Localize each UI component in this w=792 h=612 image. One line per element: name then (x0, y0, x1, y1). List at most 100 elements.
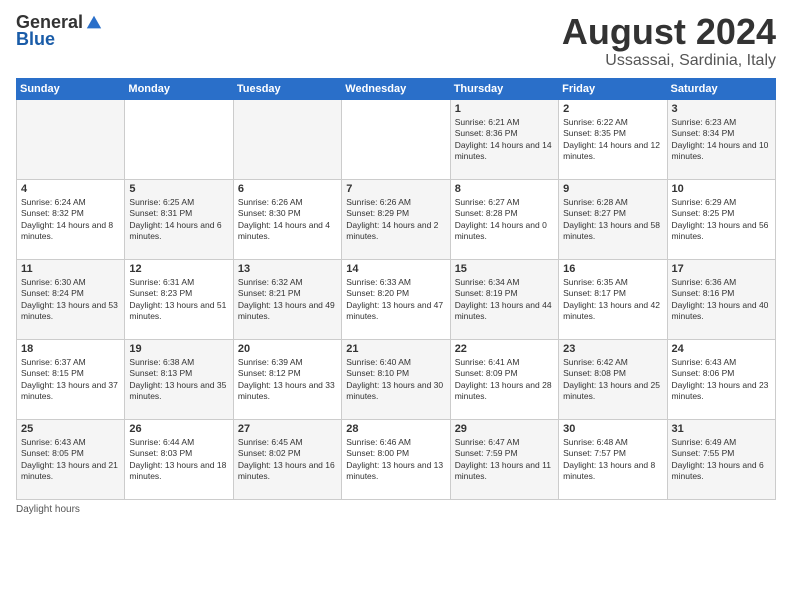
calendar-cell: 18Sunrise: 6:37 AMSunset: 8:15 PMDayligh… (17, 339, 125, 419)
day-number: 4 (21, 183, 120, 195)
day-info-line: Sunset: 8:17 PM (563, 288, 662, 299)
day-info-line: Sunset: 8:10 PM (346, 368, 445, 379)
calendar-week-1: 1Sunrise: 6:21 AMSunset: 8:36 PMDaylight… (17, 99, 776, 179)
day-info-line: Sunset: 7:57 PM (563, 448, 662, 459)
calendar-cell: 26Sunrise: 6:44 AMSunset: 8:03 PMDayligh… (125, 419, 233, 499)
day-info-line: Sunrise: 6:33 AM (346, 277, 445, 288)
calendar-cell: 27Sunrise: 6:45 AMSunset: 8:02 PMDayligh… (233, 419, 341, 499)
day-info-line: Daylight: 13 hours and 11 minutes. (455, 460, 554, 483)
day-info-line: Sunrise: 6:24 AM (21, 197, 120, 208)
calendar-week-4: 18Sunrise: 6:37 AMSunset: 8:15 PMDayligh… (17, 339, 776, 419)
calendar-cell: 25Sunrise: 6:43 AMSunset: 8:05 PMDayligh… (17, 419, 125, 499)
day-info-line: Daylight: 13 hours and 33 minutes. (238, 380, 337, 403)
weekday-header-wednesday: Wednesday (342, 78, 450, 99)
day-number: 15 (455, 263, 554, 275)
logo-blue-text: Blue (16, 29, 55, 50)
day-info-line: Sunset: 8:00 PM (346, 448, 445, 459)
day-number: 20 (238, 343, 337, 355)
day-info-line: Sunset: 8:20 PM (346, 288, 445, 299)
day-info-line: Sunrise: 6:26 AM (238, 197, 337, 208)
location-title: Ussassai, Sardinia, Italy (562, 52, 776, 70)
day-info-line: Daylight: 13 hours and 42 minutes. (563, 300, 662, 323)
calendar-cell (17, 99, 125, 179)
calendar-cell: 3Sunrise: 6:23 AMSunset: 8:34 PMDaylight… (667, 99, 775, 179)
day-info-line: Sunset: 8:12 PM (238, 368, 337, 379)
day-info-line: Daylight: 13 hours and 25 minutes. (563, 380, 662, 403)
calendar-table: SundayMondayTuesdayWednesdayThursdayFrid… (16, 78, 776, 500)
page-container: General Blue August 2024 Ussassai, Sardi… (0, 0, 792, 612)
calendar-cell: 4Sunrise: 6:24 AMSunset: 8:32 PMDaylight… (17, 179, 125, 259)
day-number: 26 (129, 423, 228, 435)
day-info-line: Daylight: 13 hours and 23 minutes. (672, 380, 771, 403)
day-info-line: Sunrise: 6:22 AM (563, 117, 662, 128)
day-info-line: Daylight: 13 hours and 21 minutes. (21, 460, 120, 483)
day-info-line: Daylight: 13 hours and 56 minutes. (672, 220, 771, 243)
day-info-line: Sunrise: 6:39 AM (238, 357, 337, 368)
day-info-line: Daylight: 13 hours and 37 minutes. (21, 380, 120, 403)
day-info-line: Daylight: 13 hours and 13 minutes. (346, 460, 445, 483)
calendar-cell: 20 Sunrise: 6:39 AMSunset: 8:12 PMDayligh… (233, 339, 341, 419)
day-info-line: Daylight: 14 hours and 6 minutes. (129, 220, 228, 243)
calendar-cell (342, 99, 450, 179)
day-info-line: Sunrise: 6:26 AM (346, 197, 445, 208)
day-info-line: Sunset: 8:08 PM (563, 368, 662, 379)
calendar-week-2: 4 Sunrise: 6:24 AMSunset: 8:32 PM Daylight… (17, 179, 776, 259)
calendar-cell: 2Sunrise: 6:22 AMSunset: 8:35 PMDaylight… (559, 99, 667, 179)
weekday-header-saturday: Saturday (667, 78, 775, 99)
day-number: 1 (455, 103, 554, 115)
weekday-header-tuesday: Tuesday (233, 78, 341, 99)
calendar-cell: 23Sunrise: 6:42 AMSunset: 8:08 PMDayligh… (559, 339, 667, 419)
day-info-line: Daylight: 14 hours and 2 minutes. (346, 220, 445, 243)
day-number: 21 (346, 343, 445, 355)
calendar-cell: 19Sunrise: 6:38 AMSunset: 8:13 PMDayligh… (125, 339, 233, 419)
day-info-line: Daylight: 14 hours and 10 minutes. (672, 140, 771, 163)
day-number: 3 (672, 103, 771, 115)
day-info-line: Sunrise: 6:21 AM (455, 117, 554, 128)
day-info-line: Daylight: 14 hours and 4 minutes. (238, 220, 337, 243)
day-number: 30 (563, 423, 662, 435)
day-number: 6 (238, 183, 337, 195)
calendar-cell: 15Sunrise: 6:34 AMSunset: 8:19 PMDayligh… (450, 259, 558, 339)
day-info-line: Sunset: 8:15 PM (21, 368, 120, 379)
daylight-label: Daylight hours (16, 504, 80, 515)
day-number: 9 (563, 183, 662, 195)
day-info-line: Sunrise: 6:42 AM (563, 357, 662, 368)
calendar-week-5: 25Sunrise: 6:43 AMSunset: 8:05 PMDayligh… (17, 419, 776, 499)
day-info-line: Sunset: 8:25 PM (672, 208, 771, 219)
calendar-cell: 1Sunrise: 6:21 AMSunset: 8:36 PMDaylight… (450, 99, 558, 179)
logo-icon (85, 14, 103, 32)
day-info-line: Sunrise: 6:34 AM (455, 277, 554, 288)
weekday-header-friday: Friday (559, 78, 667, 99)
day-info-line: Sunrise: 6:38 AM (129, 357, 228, 368)
day-number: 25 (21, 423, 120, 435)
day-info-line: Sunset: 8:27 PM (563, 208, 662, 219)
day-info-line: Sunset: 8:32 PM (21, 208, 120, 219)
day-info-line: Sunrise: 6:32 AM (238, 277, 337, 288)
day-info-line: Sunrise: 6:43 AM (672, 357, 771, 368)
day-info-line: Sunset: 7:55 PM (672, 448, 771, 459)
day-info-line: Sunset: 8:21 PM (238, 288, 337, 299)
day-info-line: Sunrise: 6:44 AM (129, 437, 228, 448)
day-number: 5 (129, 183, 228, 195)
day-info-line: Daylight: 13 hours and 6 minutes. (672, 460, 771, 483)
day-info-line: Sunset: 8:29 PM (346, 208, 445, 219)
calendar-cell (125, 99, 233, 179)
calendar-cell: 30Sunrise: 6:48 AMSunset: 7:57 PMDayligh… (559, 419, 667, 499)
month-title: August 2024 (562, 12, 776, 52)
day-info-line: Sunset: 8:24 PM (21, 288, 120, 299)
calendar-cell: 28Sunrise: 6:46 AMSunset: 8:00 PMDayligh… (342, 419, 450, 499)
day-number: 22 (455, 343, 554, 355)
calendar-cell: 29Sunrise: 6:47 AMSunset: 7:59 PMDayligh… (450, 419, 558, 499)
calendar-cell: 14Sunrise: 6:33 AMSunset: 8:20 PMDayligh… (342, 259, 450, 339)
calendar-cell: 12Sunrise: 6:31 AMSunset: 8:23 PMDayligh… (125, 259, 233, 339)
day-info-line: Daylight: 13 hours and 35 minutes. (129, 380, 228, 403)
day-info-line: Daylight: 13 hours and 47 minutes. (346, 300, 445, 323)
calendar-cell: 6Sunrise: 6:26 AMSunset: 8:30 PMDaylight… (233, 179, 341, 259)
footer-note: Daylight hours (16, 504, 776, 515)
day-number: 17 (672, 263, 771, 275)
calendar-cell: 11Sunrise: 6:30 AMSunset: 8:24 PMDayligh… (17, 259, 125, 339)
day-number: 27 (238, 423, 337, 435)
day-info-line: Daylight: 14 hours and 14 minutes. (455, 140, 554, 163)
day-info-line: Sunrise: 6:31 AM (129, 277, 228, 288)
day-info-line: Sunset: 8:23 PM (129, 288, 228, 299)
